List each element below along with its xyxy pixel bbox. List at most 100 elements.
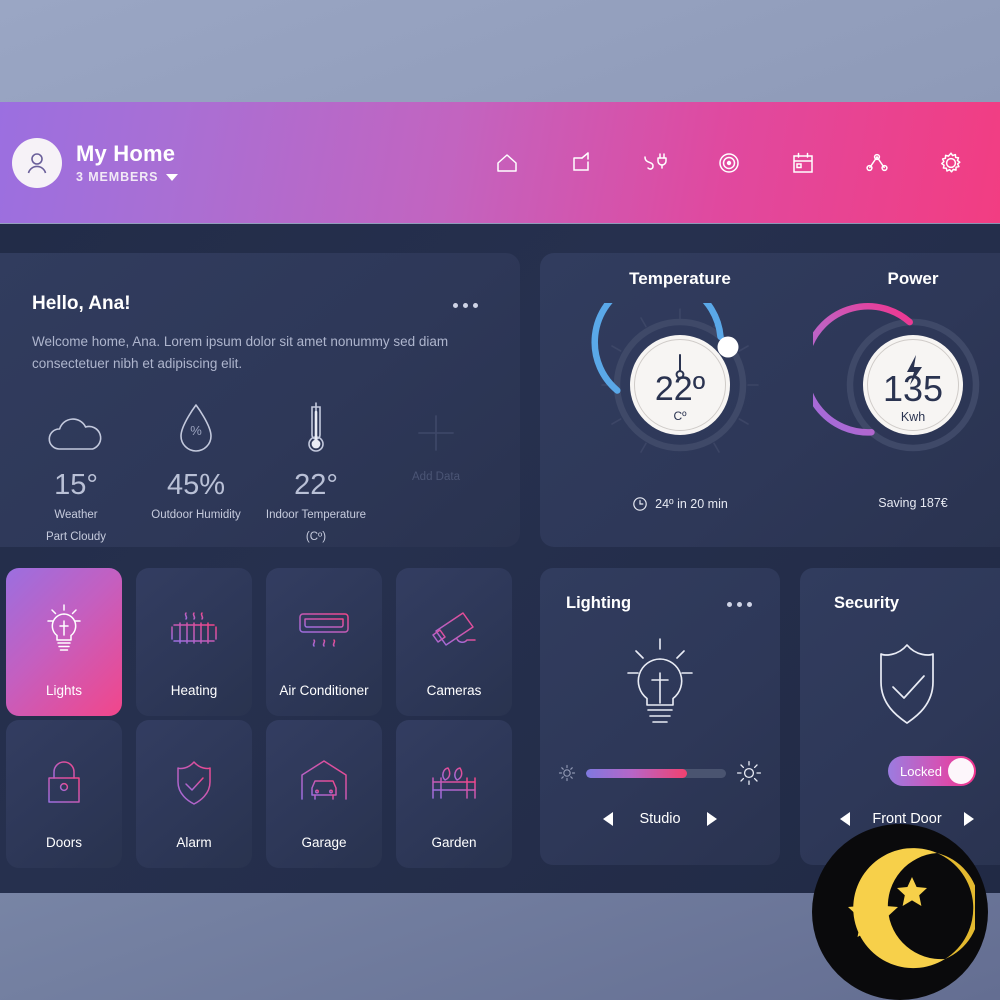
room-name: Studio	[639, 811, 681, 827]
tile-label: Doors	[45, 835, 82, 850]
tile-label: Garage	[301, 835, 347, 850]
stat-add-data[interactable]: Add Data	[376, 399, 496, 545]
tile-label: Heating	[170, 683, 218, 698]
tile-garage[interactable]: Garage	[266, 720, 382, 868]
temperature-footer: 24º in 20 min	[580, 496, 780, 512]
plus-icon	[376, 399, 496, 457]
lighting-panel: Lighting Studio	[540, 568, 780, 865]
crescent-moon-stars-icon	[848, 848, 975, 969]
members-dropdown[interactable]: 3 MEMBERS	[76, 170, 179, 184]
security-title: Security	[834, 594, 900, 612]
nav-gear-icon[interactable]	[936, 148, 966, 178]
lightbulb-icon	[6, 596, 122, 666]
welcome-title: Hello, Ana!	[32, 293, 131, 314]
nav-share-box-icon[interactable]	[566, 148, 596, 178]
radiator-icon	[136, 596, 252, 666]
cloud-icon	[16, 399, 136, 457]
stat-label: Indoor Temperature	[265, 509, 367, 521]
tile-label: Lights	[45, 683, 83, 698]
stats-row: 15° Weather Part Cloudy % 45% Outdoor Hu…	[16, 399, 496, 545]
nav-target-icon[interactable]	[714, 148, 744, 178]
tile-cameras[interactable]: Cameras	[396, 568, 512, 716]
lighting-title: Lighting	[566, 594, 632, 612]
stat-indoor-temperature[interactable]: 22° Indoor Temperature (Cº)	[256, 399, 376, 545]
user-avatar-icon	[27, 152, 47, 173]
welcome-more-options-icon[interactable]	[453, 303, 478, 308]
power-value: 135	[883, 368, 943, 409]
svg-text:%: %	[190, 423, 202, 438]
garage-car-icon	[266, 748, 382, 818]
lock-toggle[interactable]: Locked	[888, 756, 976, 786]
shield-check-icon	[800, 628, 1000, 748]
power-footer: Saving 187€	[813, 496, 1000, 510]
device-next-arrow-icon[interactable]	[963, 812, 974, 826]
stat-value: 22°	[294, 469, 338, 501]
stat-label: Outdoor Humidity	[151, 509, 241, 521]
stat-sublabel: Part Cloudy	[45, 531, 107, 543]
header-nav	[492, 148, 966, 178]
stat-value: 45%	[166, 469, 226, 501]
temperature-unit: Cº	[673, 409, 687, 423]
device-prev-arrow-icon[interactable]	[840, 812, 851, 826]
temperature-knob	[717, 336, 739, 358]
tile-air-conditioner[interactable]: Air Conditioner	[266, 568, 382, 716]
stat-weather[interactable]: 15° Weather Part Cloudy	[16, 399, 136, 545]
home-identity: My Home 3 MEMBERS	[76, 141, 179, 184]
tile-lights[interactable]: Lights	[6, 568, 122, 716]
stat-humidity[interactable]: % 45% Outdoor Humidity	[136, 399, 256, 545]
air-conditioner-icon	[266, 596, 382, 666]
tile-alarm[interactable]: Alarm	[136, 720, 252, 868]
stat-sublabel: (Cº)	[305, 531, 327, 543]
room-selector: Studio	[540, 811, 780, 827]
security-camera-icon	[396, 596, 512, 666]
power-gauge[interactable]: 135 Kwh	[801, 303, 1000, 473]
clock-icon	[633, 497, 647, 511]
brightness-high-icon	[736, 760, 762, 786]
nav-home-icon[interactable]	[492, 148, 522, 178]
lock-toggle-knob	[948, 758, 974, 784]
brightness-slider-fill	[586, 768, 687, 778]
nav-calendar-icon[interactable]	[788, 148, 818, 178]
room-next-arrow-icon[interactable]	[706, 812, 717, 826]
tile-label: Air Conditioner	[279, 683, 369, 698]
brightness-slider[interactable]	[586, 768, 726, 778]
power-title: Power	[887, 269, 939, 288]
tile-label: Alarm	[176, 835, 212, 850]
padlock-icon	[6, 748, 122, 818]
temperature-forecast: 24º in 20 min	[655, 497, 728, 511]
tile-heating[interactable]: Heating	[136, 568, 252, 716]
power-unit: Kwh	[901, 410, 925, 424]
welcome-body: Welcome home, Ana. Lorem ipsum dolor sit…	[32, 334, 449, 371]
gauges-card: Temperature 22º Cº 24º in 20 min Power 1…	[540, 253, 1000, 547]
temperature-title: Temperature	[629, 269, 731, 288]
power-saving: Saving 187€	[878, 496, 948, 510]
nav-plug-icon[interactable]	[640, 148, 670, 178]
temperature-gauge[interactable]: 22º Cº	[580, 275, 780, 473]
nav-network-nodes-icon[interactable]	[862, 148, 892, 178]
security-panel: Security Locked Front Door	[800, 568, 1000, 865]
garden-fence-icon	[396, 748, 512, 818]
brightness-slider-row	[558, 760, 762, 786]
dashboard: Hello, Ana! Welcome home, Ana. Lorem ips…	[0, 224, 1000, 893]
stat-label: Add Data	[412, 471, 460, 483]
stat-label: Weather	[54, 509, 98, 521]
lock-toggle-label: Locked	[900, 763, 942, 779]
chevron-down-icon	[166, 173, 179, 181]
brightness-low-icon	[558, 764, 576, 782]
stat-value: 15°	[54, 469, 98, 501]
members-count: 3 MEMBERS	[76, 170, 159, 184]
app-header: My Home 3 MEMBERS	[0, 102, 1000, 223]
tile-doors[interactable]: Doors	[6, 720, 122, 868]
avatar[interactable]	[12, 137, 62, 188]
tile-garden[interactable]: Garden	[396, 720, 512, 868]
night-mode-badge[interactable]	[812, 824, 988, 1000]
room-prev-arrow-icon[interactable]	[603, 812, 614, 826]
welcome-card: Hello, Ana! Welcome home, Ana. Lorem ips…	[0, 253, 520, 547]
lighting-more-options-icon[interactable]	[727, 602, 752, 607]
shield-check-icon	[136, 748, 252, 818]
temperature-value: 22º	[655, 370, 705, 408]
humidity-drop-icon: %	[136, 399, 256, 457]
tile-label: Cameras	[426, 683, 482, 698]
lightbulb-icon	[540, 628, 780, 748]
page-title: My Home	[76, 141, 176, 166]
